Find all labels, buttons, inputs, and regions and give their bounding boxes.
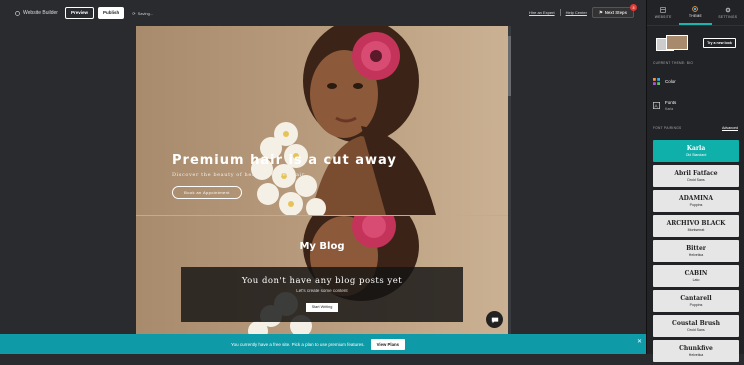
font-pair-name: Karla: [686, 145, 706, 152]
font-pair-item[interactable]: Karla Old Standard: [653, 140, 739, 162]
fonts-value: Karla: [665, 107, 674, 111]
font-pair-name: Cantarell: [680, 295, 712, 302]
view-plans-button[interactable]: View Plans: [370, 338, 406, 350]
font-pair-sub: Old Standard: [685, 153, 707, 157]
color-palette-icon: [653, 78, 660, 85]
tab-settings-label: SETTINGS: [718, 14, 738, 19]
theme-panel: WEBSITE THEME SETTINGS Try a new look CU…: [646, 0, 744, 362]
hire-expert-link[interactable]: Hire an Expert: [529, 10, 555, 15]
advanced-link[interactable]: Advanced: [722, 126, 738, 130]
blog-section[interactable]: My Blog You don't have any blog posts ye…: [136, 216, 508, 334]
font-pair-sub: Helvetica: [688, 253, 704, 257]
font-pair-item[interactable]: ARCHIVO BLACK Montserrat: [653, 215, 739, 237]
blog-empty-title: You don't have any blog posts yet: [241, 276, 403, 286]
hero-title[interactable]: Premium hair is a cut away: [172, 153, 397, 168]
panel-tabs: WEBSITE THEME SETTINGS: [647, 0, 744, 26]
font-pair-name: Bitter: [686, 245, 706, 252]
try-new-look-button[interactable]: Try a new look: [703, 38, 736, 48]
font-pairing-list: Karla Old Standard Abril Fatface Droid Sans…: [653, 140, 739, 365]
font-pair-sub: Poppins: [689, 303, 703, 307]
tab-theme-label: THEME: [688, 13, 703, 18]
book-appointment-button[interactable]: Book an Appointment: [172, 186, 242, 199]
font-pair-item[interactable]: Coustal Brush Droid Sans: [653, 315, 739, 337]
gear-icon: [725, 7, 731, 12]
flag-icon: ⚑: [598, 9, 603, 15]
font-pair-item[interactable]: Abril Fatface Droid Sans: [653, 165, 739, 187]
font-pair-name: ADAMINA: [678, 195, 714, 202]
start-writing-button[interactable]: Start Writing: [306, 303, 338, 312]
preview-button[interactable]: Preview: [65, 7, 95, 19]
font-pair-sub: Montserrat: [687, 228, 705, 232]
theme-preview-row: Try a new look: [656, 34, 736, 52]
tab-website[interactable]: WEBSITE: [647, 0, 679, 25]
fonts-label: Fonts: [665, 100, 677, 105]
publish-button[interactable]: Publish: [98, 7, 125, 19]
font-pair-item[interactable]: ADAMINA Poppins: [653, 190, 739, 212]
hero-subtitle[interactable]: Discover the beauty of healthy, styled h…: [172, 172, 305, 178]
divider: [559, 9, 561, 16]
next-steps-button[interactable]: ⚑ Next Steps 3: [591, 4, 637, 18]
saving-status: ⟳ Saving...: [132, 11, 153, 16]
font-pair-name: CABIN: [684, 270, 708, 277]
upgrade-banner: You currently have a free site. Pick a p…: [0, 334, 646, 354]
fonts-option[interactable]: A Fonts Karla: [653, 100, 676, 111]
font-pair-name: Abril Fatface: [674, 170, 718, 177]
logo-icon: [15, 10, 20, 16]
scrollbar-thumb[interactable]: [508, 36, 511, 96]
saving-label: Saving...: [137, 10, 154, 16]
tab-settings[interactable]: SETTINGS: [712, 0, 744, 25]
font-pair-item[interactable]: Bitter Helvetica: [653, 240, 739, 262]
current-theme-label: CURRENT THEME: BIO: [653, 61, 694, 65]
theme-thumbnail[interactable]: [656, 34, 688, 52]
spinner-icon: ⟳: [132, 10, 136, 16]
hero-section[interactable]: Premium hair is a cut away Discover the …: [136, 26, 508, 215]
svg-text:A: A: [654, 104, 658, 109]
font-pair-item[interactable]: CABIN Lato: [653, 265, 739, 287]
blog-empty-subtitle: Let's create some content: [296, 288, 348, 293]
theme-icon: [692, 5, 699, 12]
font-pair-sub: Droid Sans: [687, 328, 705, 332]
font-pairings-label: FONT PAIRINGS: [653, 126, 682, 130]
notification-badge: 3: [630, 4, 637, 11]
close-icon[interactable]: ✕: [637, 338, 642, 345]
next-steps-label: Next Steps: [604, 10, 627, 15]
tab-website-label: WEBSITE: [654, 14, 672, 19]
tab-theme[interactable]: THEME: [679, 0, 712, 25]
font-pair-item[interactable]: Chunkfive Helvetica: [653, 340, 739, 362]
top-links: Hire an Expert Help Center ⚑ Next Steps …: [529, 4, 637, 18]
top-bar: Website Builder Preview Publish ⟳ Saving…: [0, 0, 646, 26]
font-pair-sub: Lato: [692, 278, 700, 282]
fonts-icon: A: [653, 102, 660, 109]
website-builder-logo[interactable]: Website Builder: [15, 10, 65, 16]
color-label: Color: [665, 79, 676, 84]
banner-text: You currently have a free site. Pick a p…: [230, 341, 365, 347]
font-pair-name: Coustal Brush: [672, 320, 720, 327]
font-pair-sub: Droid Sans: [687, 178, 705, 182]
color-option[interactable]: Color: [653, 78, 676, 85]
blog-empty-state: You don't have any blog posts yet Let's …: [181, 267, 463, 322]
font-pair-sub: Poppins: [689, 203, 703, 207]
preview-scrollbar[interactable]: [508, 26, 511, 334]
logo-label: Website Builder: [23, 10, 58, 16]
help-center-link[interactable]: Help Center: [566, 10, 587, 15]
font-pair-item[interactable]: Cantarell Poppins: [653, 290, 739, 312]
font-pair-name: ARCHIVO BLACK: [666, 220, 726, 227]
website-icon: [660, 6, 666, 13]
blog-title[interactable]: My Blog: [136, 241, 508, 252]
site-preview: Premium hair is a cut away Discover the …: [136, 26, 508, 334]
chat-icon: [491, 317, 498, 323]
font-pair-name: Chunkfive: [679, 345, 713, 352]
chat-button[interactable]: [486, 311, 503, 328]
